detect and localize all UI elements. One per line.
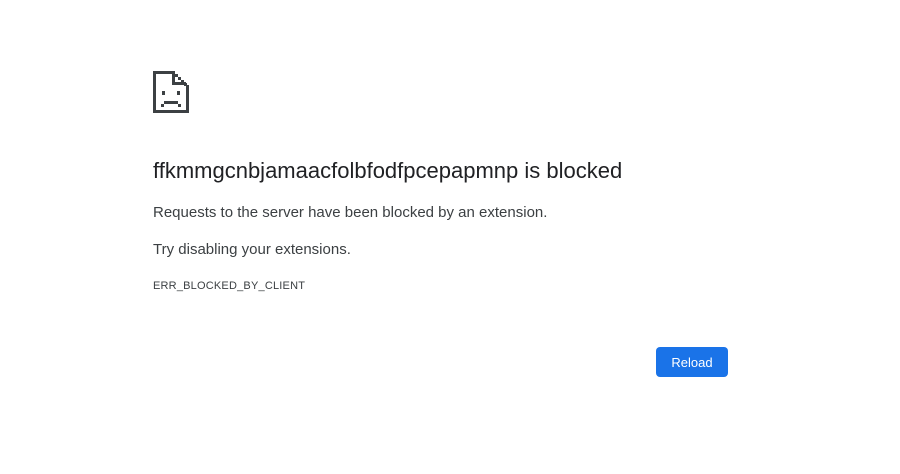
error-code: ERR_BLOCKED_BY_CLIENT xyxy=(153,280,306,292)
sad-document-icon xyxy=(153,71,189,113)
error-title: ffkmmgcnbjamaacfolbfodfpcepapmnp is bloc… xyxy=(153,158,623,183)
reload-button[interactable]: Reload xyxy=(656,347,728,377)
error-suggestion: Try disabling your extensions. xyxy=(153,241,351,258)
error-page: ffkmmgcnbjamaacfolbfodfpcepapmnp is bloc… xyxy=(0,0,900,474)
error-message: Requests to the server have been blocked… xyxy=(153,204,548,221)
